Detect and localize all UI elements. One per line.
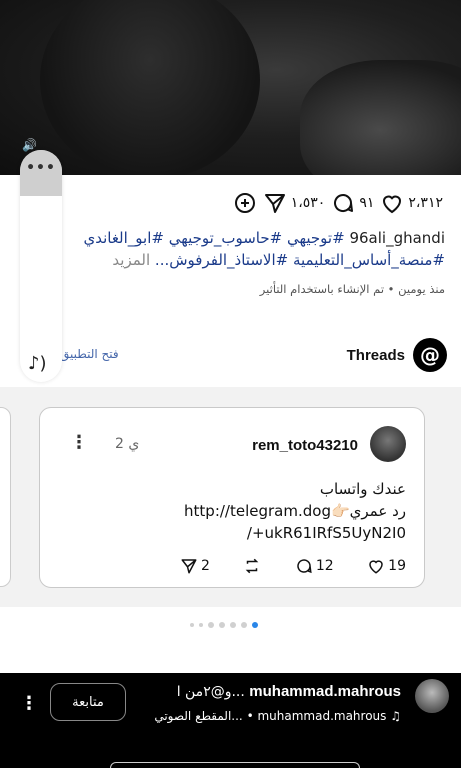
avatar[interactable]	[370, 426, 406, 462]
music-note-icon[interactable]: ♪)	[28, 353, 47, 374]
effect-link[interactable]: تم الإنشاء باستخدام التأثير	[260, 282, 384, 296]
threads-label: Threads	[346, 346, 405, 364]
heart-icon	[383, 195, 402, 214]
comment-icon	[297, 559, 312, 574]
send-icon	[181, 559, 197, 574]
share-count: 2	[201, 558, 210, 574]
post-text-line: عندك واتساب	[319, 480, 406, 498]
pager-dot-active	[252, 622, 258, 628]
caption-hashtags-2[interactable]: #منصة_أساس_التعليمية #الاستاذ_الفرفوش...	[155, 251, 445, 269]
reel-caption: 96ali_ghandi #توجيهي #حاسوب_توجيهي #ابو_…	[70, 227, 445, 271]
reel-meta: منذ يومين • تم الإنشاء باستخدام التأثير	[259, 282, 445, 296]
video-player[interactable]: 🔊	[0, 0, 461, 175]
music-note-icon: ♫	[390, 709, 401, 723]
post-time: 2 ي	[115, 436, 140, 452]
remix-icon	[234, 193, 255, 213]
caption-more-link[interactable]: المزيد	[112, 251, 150, 269]
more-options-icon[interactable]: ⋮	[70, 432, 88, 453]
open-app-link[interactable]: فتح التطبيق	[60, 347, 119, 361]
caption-hashtags[interactable]: #توجيهي #حاسوب_توجيهي #ابو_الغاندي	[83, 229, 344, 247]
pager-dot	[190, 623, 194, 627]
audio-info[interactable]: المقطع الصوتي... • muhammad.mahrous ♫	[131, 709, 401, 723]
reel-username[interactable]: muhammad.mahrous	[249, 683, 401, 700]
like-action[interactable]: ٢،٣١٢	[380, 191, 443, 215]
reel-actions: ٢،٣١٢ ٩١ ١،٥٣٠	[200, 190, 443, 216]
post-stats: 19 12 2	[180, 557, 406, 575]
repost-action[interactable]	[243, 557, 261, 575]
bottom-handle	[110, 762, 360, 768]
like-count: ٢،٣١٢	[408, 195, 443, 211]
threads-logo-icon: @	[413, 338, 447, 372]
threads-header[interactable]: Threads @	[347, 338, 447, 372]
send-icon	[264, 194, 285, 213]
post-body: عندك واتساب رد عمري👉🏻http://telegram.dog…	[106, 478, 406, 544]
reel-title[interactable]: و@٢من ا... muhammad.mahrous	[131, 683, 401, 700]
volume-menu-icon[interactable]: •••	[20, 160, 62, 176]
post-text-line[interactable]: رد عمري👉🏻http://telegram.dog	[106, 500, 406, 522]
post-username[interactable]: rem_toto43210	[252, 437, 358, 454]
audio-user: muhammad.mahrous	[257, 709, 387, 723]
previous-card-peek[interactable]	[0, 407, 11, 587]
pager-dot	[241, 622, 247, 628]
like-count: 19	[388, 558, 406, 574]
pager-dot	[199, 623, 203, 627]
post-time: منذ يومين	[398, 282, 445, 296]
post-text-line[interactable]: /+ukR61IRfS5UyN2I0	[106, 522, 406, 544]
pager-dot	[219, 622, 225, 628]
carousel-pager	[190, 622, 258, 628]
audio-label: المقطع الصوتي...	[154, 709, 243, 723]
volume-slider[interactable]: ••• ♪)	[20, 150, 62, 382]
heart-icon	[369, 560, 383, 574]
repost-icon	[246, 558, 259, 574]
share-count: ١،٥٣٠	[290, 195, 326, 211]
video-frame-shape	[40, 0, 260, 175]
thread-post-card[interactable]: rem_toto43210 2 ي ⋮ عندك واتساب رد عمري👉…	[39, 407, 425, 588]
comment-count: ٩١	[359, 195, 375, 211]
avatar[interactable]	[415, 679, 449, 713]
like-action[interactable]: 19	[367, 557, 406, 575]
remix-action[interactable]	[233, 191, 257, 215]
follow-button[interactable]: متابعة	[50, 683, 126, 721]
next-reel-bar[interactable]: ⋮ متابعة و@٢من ا... muhammad.mahrous الم…	[0, 673, 461, 768]
caption-username[interactable]: 96ali_ghandi	[349, 229, 445, 247]
reply-count: 12	[315, 558, 334, 574]
threads-carousel[interactable]: rem_toto43210 2 ي ⋮ عندك واتساب رد عمري👉…	[0, 387, 461, 607]
pager-dot	[230, 622, 236, 628]
pager-dot	[208, 622, 214, 628]
video-frame-shape	[300, 60, 461, 175]
comment-icon	[334, 194, 354, 212]
share-action[interactable]: ١،٥٣٠	[263, 191, 326, 215]
reply-action[interactable]: 12	[295, 557, 334, 575]
more-options-icon[interactable]: ⋮	[20, 693, 38, 714]
reel-title-suffix: و@٢من ا...	[176, 684, 245, 700]
share-action[interactable]: 2	[180, 557, 210, 575]
comment-action[interactable]: ٩١	[331, 191, 374, 215]
